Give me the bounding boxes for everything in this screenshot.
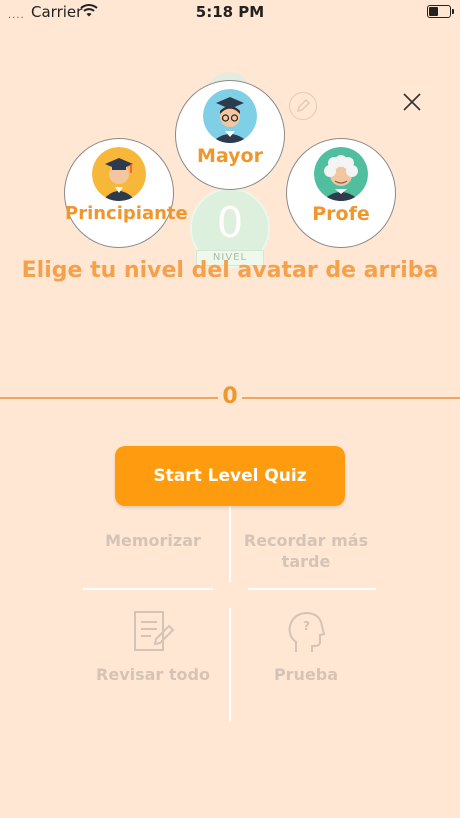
- grid-divider-vertical: [229, 500, 231, 582]
- grid-divider-vertical: [229, 608, 231, 722]
- instruction-text: Elige tu nivel del avatar de arriba: [21, 258, 439, 283]
- menu-recordar-mas-tarde[interactable]: Recordar más tarde: [236, 530, 376, 572]
- avatar-label: Profe: [312, 203, 370, 225]
- svg-text:?: ?: [303, 619, 310, 633]
- old-professor-icon: [314, 147, 368, 201]
- menu-revisar-todo[interactable]: Revisar todo: [83, 608, 223, 685]
- level-indicator: 0 NIVEL: [190, 188, 270, 268]
- grid-divider-horizontal: [248, 588, 376, 590]
- pencil-icon[interactable]: [289, 92, 317, 120]
- head-question-icon: ?: [288, 611, 326, 652]
- recordar-label: Recordar más tarde: [243, 531, 369, 571]
- revisar-label: Revisar todo: [96, 665, 210, 684]
- avatar-option-mayor[interactable]: Mayor: [175, 80, 285, 190]
- start-level-quiz-button[interactable]: Start Level Quiz: [115, 446, 345, 506]
- level-value: 0: [216, 198, 244, 247]
- avatar-label: Principiante: [65, 203, 188, 224]
- document-edit-icon: [134, 611, 175, 651]
- close-icon[interactable]: [400, 90, 424, 114]
- battery-icon: [427, 5, 454, 18]
- avatar-option-profe[interactable]: Profe: [286, 138, 396, 248]
- menu-prueba[interactable]: ? Prueba: [236, 608, 376, 685]
- grid-divider-horizontal: [83, 588, 213, 590]
- avatar-label: Mayor: [197, 145, 263, 167]
- graduate-with-glasses-icon: [203, 89, 257, 143]
- prueba-label: Prueba: [273, 665, 339, 684]
- memorizar-label: Memorizar: [105, 531, 201, 550]
- clock: 5:18 PM: [195, 3, 265, 21]
- status-bar: .... Carrier 5:18 PM: [0, 0, 460, 24]
- graduate-student-icon: [92, 147, 146, 201]
- avatar-option-principiante[interactable]: Principiante: [64, 138, 188, 248]
- score-value: 0: [0, 384, 460, 409]
- score-number: 0: [218, 384, 242, 409]
- menu-memorizar[interactable]: Memorizar: [83, 530, 223, 551]
